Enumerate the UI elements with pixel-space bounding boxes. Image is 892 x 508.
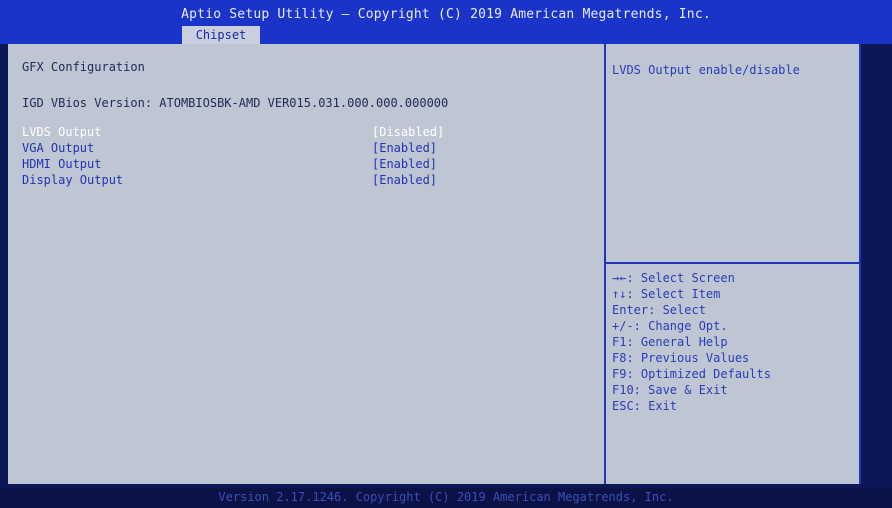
- key-help-select-item: ↑↓: Select Item: [612, 287, 721, 301]
- key-help-esc-exit: ESC: Exit: [612, 399, 678, 413]
- panel-divider: [604, 44, 606, 484]
- vbios-version: IGD VBios Version: ATOMBIOSBK-AMD VER015…: [22, 96, 449, 110]
- option-display-output-value[interactable]: [Enabled]: [372, 173, 437, 187]
- option-vga-output-label[interactable]: VGA Output: [22, 141, 94, 155]
- key-help-change-opt: +/-: Change Opt.: [612, 319, 728, 333]
- help-divider: [606, 262, 859, 264]
- bios-screen: Aptio Setup Utility – Copyright (C) 2019…: [0, 0, 892, 508]
- content-frame: [8, 44, 861, 484]
- version-text: Version 2.17.1246. Copyright (C) 2019 Am…: [218, 490, 674, 504]
- panel-border-right: [859, 44, 861, 484]
- option-display-output-label[interactable]: Display Output: [22, 173, 123, 187]
- option-vga-output-value[interactable]: [Enabled]: [372, 141, 437, 155]
- key-help-select-screen: →←: Select Screen: [612, 271, 735, 285]
- key-help-general-help: F1: General Help: [612, 335, 728, 349]
- option-lvds-output-value[interactable]: [Disabled]: [372, 125, 444, 139]
- option-hdmi-output-value[interactable]: [Enabled]: [372, 157, 437, 171]
- app-title: Aptio Setup Utility – Copyright (C) 2019…: [181, 7, 711, 22]
- key-help-optimized-defaults: F9: Optimized Defaults: [612, 367, 771, 381]
- help-description: LVDS Output enable/disable: [612, 63, 800, 77]
- section-title: GFX Configuration: [22, 60, 145, 74]
- key-help-enter: Enter: Select: [612, 303, 706, 317]
- option-hdmi-output-label[interactable]: HDMI Output: [22, 157, 101, 171]
- tab-chipset[interactable]: Chipset: [182, 26, 260, 44]
- option-lvds-output-label[interactable]: LVDS Output: [22, 125, 101, 139]
- key-help-previous-values: F8: Previous Values: [612, 351, 750, 365]
- key-help-save-exit: F10: Save & Exit: [612, 383, 728, 397]
